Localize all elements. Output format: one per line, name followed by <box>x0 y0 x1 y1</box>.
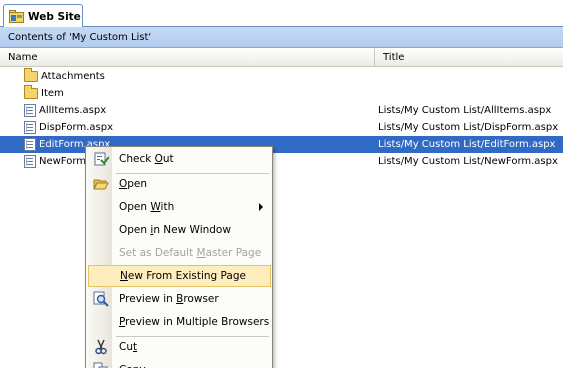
item-name: Attachments <box>41 71 105 82</box>
menu-label: Check Out <box>119 153 174 165</box>
item-name: Item <box>41 88 64 99</box>
menu-item-check-out[interactable]: Check Out <box>88 148 271 170</box>
preview-magnifier-icon <box>93 291 109 307</box>
tab-strip: Web Site <box>0 0 563 28</box>
column-header-name[interactable]: Name <box>0 48 375 67</box>
menu-item-open[interactable]: Open <box>88 173 271 195</box>
context-menu: Check Out Open Open With Open in New Win… <box>85 146 273 368</box>
menu-label: Set as Default Master Page <box>119 247 262 259</box>
item-name: AllItems.aspx <box>39 105 107 116</box>
menu-item-open-with[interactable]: Open With <box>88 196 271 218</box>
menu-item-cut[interactable]: Cut <box>88 336 271 358</box>
menu-label: Cut <box>119 341 138 353</box>
menu-item-copy[interactable]: Copy <box>88 359 271 368</box>
scissors-icon <box>93 339 109 355</box>
menu-item-preview-multiple[interactable]: Preview in Multiple Browsers <box>88 311 271 333</box>
contents-header-text: Contents of 'My Custom List' <box>8 31 152 43</box>
aspx-page-icon <box>24 104 36 117</box>
submenu-arrow-icon <box>259 203 263 211</box>
list-item-attachments[interactable]: Attachments <box>0 68 563 85</box>
menu-label: Preview in Browser <box>119 293 219 305</box>
menu-label: Preview in Multiple Browsers <box>119 316 270 328</box>
tab-label: Web Site <box>28 10 81 23</box>
column-header-row: Name Title <box>0 48 563 67</box>
menu-label: Open in New Window <box>119 224 231 236</box>
aspx-page-icon <box>24 121 36 134</box>
menu-label: New From Existing Page <box>120 270 246 282</box>
list-item-dispform[interactable]: DispForm.aspx Lists/My Custom List/DispF… <box>0 119 563 136</box>
copy-icon <box>93 362 109 368</box>
menu-item-preview-browser[interactable]: Preview in Browser <box>88 288 271 310</box>
item-title: Lists/My Custom List/AllItems.aspx <box>378 105 552 116</box>
aspx-page-icon <box>24 155 36 168</box>
item-title: Lists/My Custom List/NewForm.aspx <box>378 156 558 167</box>
list-item-allitems[interactable]: AllItems.aspx Lists/My Custom List/AllIt… <box>0 102 563 119</box>
folder-icon <box>24 85 38 99</box>
menu-label: Open <box>119 178 148 190</box>
menu-item-open-new-window[interactable]: Open in New Window <box>88 219 271 241</box>
column-name-label: Name <box>8 52 38 63</box>
menu-label: Copy <box>119 364 146 368</box>
contents-header: Contents of 'My Custom List' <box>0 27 563 48</box>
column-header-title[interactable]: Title <box>375 48 563 67</box>
open-folder-icon <box>93 176 109 192</box>
check-out-icon <box>93 151 110 167</box>
item-title: Lists/My Custom List/EditForm.aspx <box>378 139 556 150</box>
column-title-label: Title <box>383 52 405 63</box>
menu-item-set-default-master[interactable]: Set as Default Master Page <box>88 242 271 264</box>
folder-icon <box>24 68 38 82</box>
menu-item-new-from-existing[interactable]: New From Existing Page <box>88 265 271 287</box>
item-name: DispForm.aspx <box>39 122 114 133</box>
list-item-item[interactable]: Item <box>0 85 563 102</box>
aspx-page-icon <box>24 138 36 151</box>
tab-web-site[interactable]: Web Site <box>3 4 83 28</box>
website-icon <box>9 10 24 23</box>
menu-label: Open With <box>119 201 175 213</box>
item-title: Lists/My Custom List/DispForm.aspx <box>378 122 559 133</box>
